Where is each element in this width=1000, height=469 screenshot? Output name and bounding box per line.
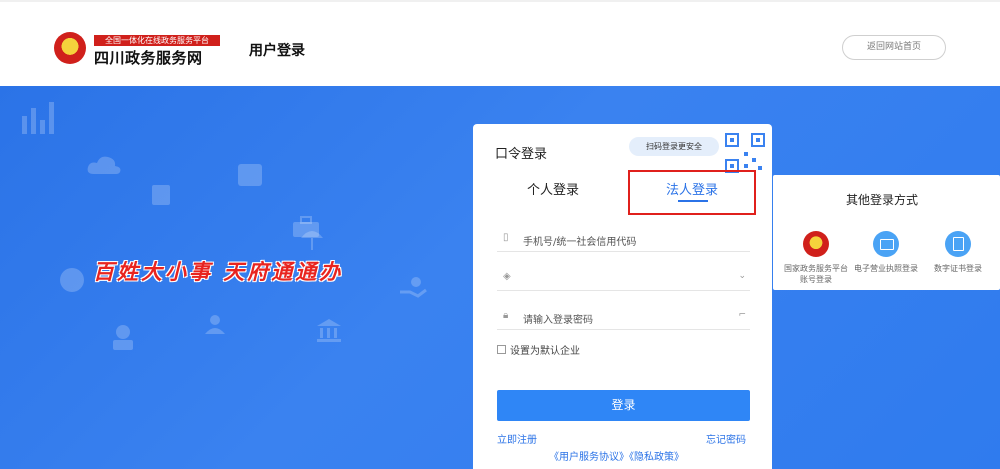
eye-icon[interactable]: ⌐ [738,310,746,320]
option-label: 数字证书登录 [934,264,982,273]
page-title: 用户登录 [249,43,305,59]
chart-icon [22,102,54,134]
site-header: 全国一体化在线政务服务平台 四川政务服务网 用户登录 返回网站首页 [0,0,1000,86]
brand-tagline: 全国一体化在线政务服务平台 [94,35,220,46]
tab-personal-login[interactable]: 个人登录 [527,179,579,198]
chevron-down-icon: ⌄ [738,271,746,281]
tab-highlight-box [628,170,756,215]
default-enterprise-checkbox[interactable] [497,345,506,354]
login-card: 口令登录 扫码登录更安全 个人登录 法人登录 ▯ 手机号/统一社会信用代码 ◈ … [473,124,772,469]
national-emblem-icon [54,32,86,64]
password-field[interactable]: 🔒︎ 请输入登录密码 ⌐ [497,304,750,330]
digital-certificate-login-option[interactable]: 数字证书登录 [923,231,993,274]
stamp-icon [113,325,133,350]
user-icon [205,315,225,334]
umbrella-icon [301,231,323,250]
option-label: 国家政务服务平台账号登录 [784,264,848,284]
national-emblem-icon [803,231,829,257]
account-field[interactable]: ▯ 手机号/统一社会信用代码 [497,226,750,252]
other-login-panel: 其他登录方式 国家政务服务平台账号登录 电子营业执照登录 数字证书登录 [773,175,1000,290]
business-license-icon [873,231,899,257]
agreement-links[interactable]: 《用户服务协议》《隐私政策》 [549,448,684,463]
cloud-icon [87,156,121,174]
option-label: 电子营业执照登录 [854,264,918,273]
back-home-button[interactable]: 返回网站首页 [842,35,946,60]
default-enterprise-option[interactable]: 设置为默认企业 [497,342,580,357]
national-platform-login-option[interactable]: 国家政务服务平台账号登录 [781,231,851,285]
phone-icon: ▯ [503,232,509,243]
shield-icon: ◈ [503,271,511,282]
register-link[interactable]: 立即注册 [497,431,537,446]
other-login-title: 其他登录方式 [846,193,919,207]
forgot-password-link[interactable]: 忘记密码 [706,431,746,446]
banner-slogan: 百姓大小事 天府通通办 [93,259,344,284]
scan-tip-badge: 扫码登录更安全 [629,137,719,156]
digital-certificate-icon [945,231,971,257]
password-placeholder: 请输入登录密码 [523,315,593,326]
lock-icon: 🔒︎ [503,310,509,321]
badge-icon [60,268,84,292]
brand-name[interactable]: 四川政务服务网 [94,47,203,68]
account-placeholder: 手机号/统一社会信用代码 [523,237,637,248]
document-icon [152,185,170,205]
login-button[interactable]: 登录 [497,390,750,421]
hand-heart-icon [400,277,427,298]
login-mode-title: 口令登录 [495,147,548,162]
login-page: 全国一体化在线政务服务平台 四川政务服务网 用户登录 返回网站首页 百姓大小事 … [0,0,1000,469]
default-enterprise-label: 设置为默认企业 [510,346,580,357]
enterprise-select[interactable]: ◈ ⌄ [497,265,750,291]
safe-box-icon [238,164,262,186]
business-license-login-option[interactable]: 电子营业执照登录 [851,231,921,274]
bank-icon [317,319,341,342]
